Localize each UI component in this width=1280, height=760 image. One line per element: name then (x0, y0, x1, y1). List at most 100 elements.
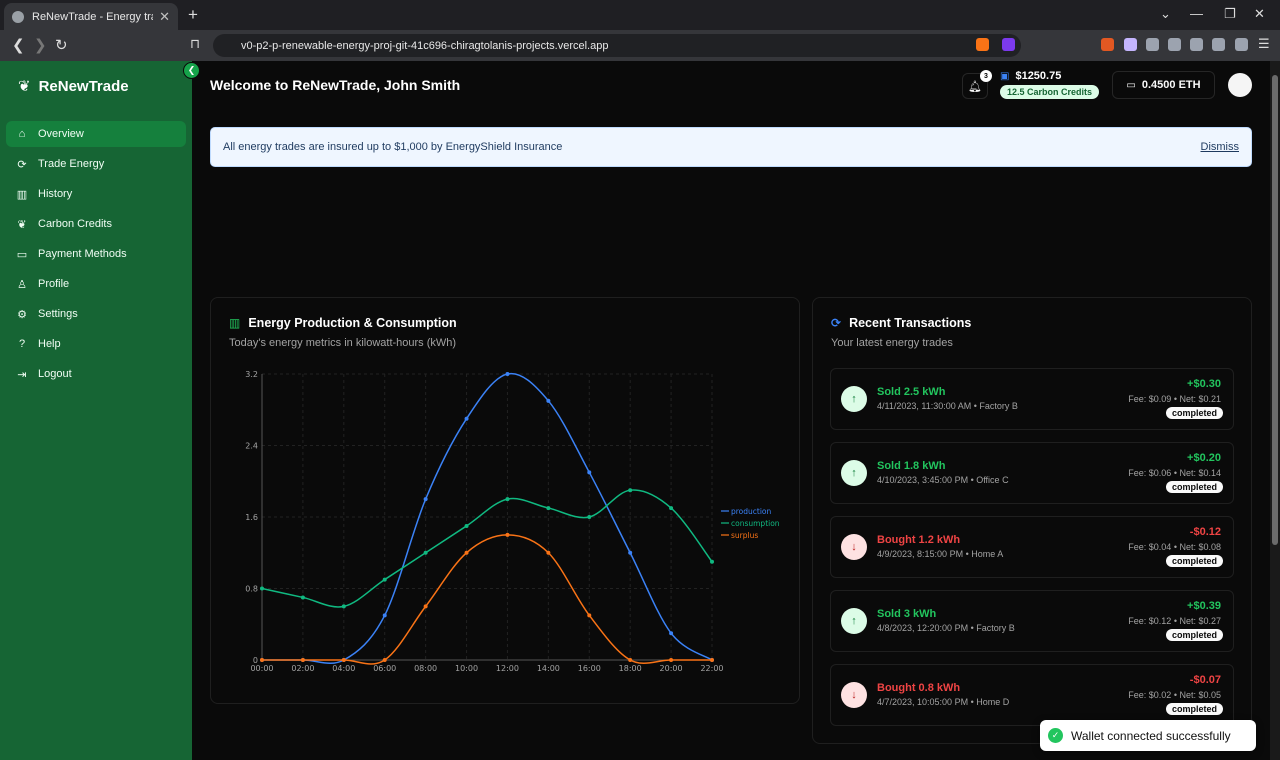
data-point-consumption (669, 506, 674, 511)
forward-icon[interactable]: ❯ (34, 36, 47, 54)
notification-count-badge: 3 (980, 70, 992, 82)
check-circle-icon: ✓ (1048, 728, 1063, 743)
data-point-surplus (341, 658, 346, 662)
arrow-up-icon: ↑ (841, 608, 867, 634)
help-circle-icon: ? (18, 338, 26, 350)
eth-wallet-button[interactable]: ▭ 0.4500 ETH (1112, 71, 1215, 99)
transaction-fees: Fee: $0.06 • Net: $0.14 (1128, 468, 1221, 478)
brave-shield-icon[interactable] (976, 38, 989, 51)
insurance-banner: All energy trades are insured up to $1,0… (210, 127, 1252, 167)
chart-subtitle: Today's energy metrics in kilowatt-hours… (229, 337, 457, 349)
data-point-consumption (260, 586, 264, 591)
transaction-meta: 4/9/2023, 8:15:00 PM • Home A (877, 549, 1004, 559)
x-tick-label: 10:00 (455, 664, 478, 673)
data-point-production (382, 613, 387, 618)
sidebar-item-label: Overview (38, 128, 84, 140)
transaction-meta: 4/10/2023, 3:45:00 PM • Office C (877, 475, 1009, 485)
refresh-icon: ⟳ (831, 316, 842, 330)
tab-title: ReNewTrade - Energy trading P (32, 10, 153, 23)
reload-icon[interactable]: ↻ (55, 36, 68, 54)
arrow-up-icon: ↑ (841, 460, 867, 486)
transaction-meta: 4/7/2023, 10:05:00 PM • Home D (877, 697, 1010, 707)
new-tab-icon[interactable]: + (188, 5, 198, 25)
sidebar-toggle-icon[interactable] (1168, 38, 1181, 51)
transaction-fees: Fee: $0.12 • Net: $0.27 (1128, 616, 1221, 626)
sidebar-item-logout[interactable]: ⇥ Logout (6, 361, 186, 387)
sidebar-item-settings[interactable]: ⚙ Settings (6, 301, 186, 327)
menu-icon[interactable]: ☰ (1258, 36, 1270, 52)
sidebar-item-overview[interactable]: ⌂ Overview (6, 121, 186, 147)
x-tick-label: 14:00 (537, 664, 560, 673)
sidebar-item-carbon-credits[interactable]: ❦ Carbon Credits (6, 211, 186, 237)
x-tick-label: 22:00 (700, 664, 723, 673)
home-icon: ⌂ (18, 128, 26, 140)
transaction-label: Sold 3 kWh (877, 608, 937, 620)
logout-icon: ⇥ (17, 368, 27, 381)
eth-balance: 0.4500 ETH (1141, 79, 1201, 91)
maximize-icon[interactable]: ❐ (1224, 6, 1236, 22)
sidebar-item-payment-methods[interactable]: ▭ Payment Methods (6, 241, 186, 267)
data-point-consumption (464, 523, 469, 528)
address-bar[interactable]: v0-p2-p-renewable-energy-proj-git-41c696… (213, 34, 1021, 57)
vpn-icon[interactable] (1235, 38, 1248, 51)
puzzle-icon[interactable] (1146, 38, 1159, 51)
close-tab-icon[interactable]: ✕ (159, 9, 170, 25)
transaction-row[interactable]: ↑ Sold 2.5 kWh 4/11/2023, 11:30:00 AM • Fa… (830, 368, 1234, 430)
status-badge: completed (1165, 703, 1223, 715)
leaf-icon: ❦ (17, 218, 27, 231)
arrow-down-icon: ↓ (841, 534, 867, 560)
transaction-amount: +$0.39 (1187, 600, 1221, 612)
data-point-surplus (628, 658, 633, 662)
recent-transactions-card: ⟳ Recent Transactions Your latest energy… (812, 297, 1252, 744)
extension-icon[interactable] (1101, 38, 1114, 51)
dismiss-button[interactable]: Dismiss (1201, 141, 1240, 153)
energy-line-chart: 00.81.62.43.200:00 02:00 04:00 06:00 08:00 10… (245, 370, 780, 673)
data-point-consumption (628, 488, 633, 493)
bookmark-icon[interactable]: ⊓ (190, 36, 200, 52)
scrollbar-thumb[interactable] (1272, 75, 1278, 545)
wallet-icon: ▭ (1126, 79, 1136, 91)
sidebar-item-profile[interactable]: ♙ Profile (6, 271, 186, 297)
bell-icon: 🔔︎ (968, 80, 982, 93)
leo-icon[interactable] (1212, 38, 1225, 51)
rewards-icon[interactable] (1002, 38, 1015, 51)
data-point-production (505, 372, 510, 376)
legend-label: consumption (731, 519, 780, 528)
browser-tab[interactable]: ReNewTrade - Energy trading P ✕ (4, 3, 178, 30)
sidebar-item-label: Profile (38, 278, 70, 290)
extension-icon[interactable] (1124, 38, 1137, 51)
transaction-row[interactable]: ↓ Bought 1.2 kWh 4/9/2023, 8:15:00 PM • Ho… (830, 516, 1234, 578)
toast-notification: ✓ Wallet connected successfully (1040, 720, 1256, 751)
transaction-row[interactable]: ↓ Bought 0.8 kWh 4/7/2023, 10:05:00 PM • H… (830, 664, 1234, 726)
data-point-consumption (710, 559, 714, 564)
leaf-icon: ❦ (18, 78, 31, 95)
page-title: Welcome to ReNewTrade, John Smith (210, 77, 461, 93)
sidebar-item-trade-energy[interactable]: ⟳ Trade Energy (6, 151, 186, 177)
sidebar-item-label: Trade Energy (38, 158, 105, 170)
wallet-icon[interactable] (1190, 38, 1203, 51)
series-line-surplus (262, 534, 712, 665)
page-scrollbar[interactable] (1270, 61, 1280, 760)
sidebar-item-help[interactable]: ? Help (6, 331, 186, 357)
browser-nav-bar: ❮ ❯ ↻ ⊓ v0-p2-p-renewable-energy-proj-gi… (0, 30, 1280, 61)
collapse-sidebar-button[interactable]: ❮ (183, 62, 200, 79)
legend-label: surplus (731, 531, 758, 540)
credit-card-icon: ▭ (16, 248, 28, 261)
brand-logo[interactable]: ❦ ReNewTrade (18, 77, 129, 96)
sidebar-item-label: Carbon Credits (38, 218, 112, 230)
notifications-button[interactable]: 🔔︎ 3 (962, 70, 992, 99)
close-window-icon[interactable]: ✕ (1254, 6, 1265, 22)
sidebar-item-history[interactable]: ▥ History (6, 181, 186, 207)
transaction-amount: -$0.07 (1189, 674, 1221, 686)
tab-search-icon[interactable]: ⌄ (1160, 6, 1171, 22)
avatar[interactable] (1228, 73, 1252, 97)
transaction-row[interactable]: ↑ Sold 1.8 kWh 4/10/2023, 3:45:00 PM • Off… (830, 442, 1234, 504)
transaction-row[interactable]: ↑ Sold 3 kWh 4/8/2023, 12:20:00 PM • Facto… (830, 590, 1234, 652)
data-point-surplus (382, 658, 387, 662)
minimize-icon[interactable]: — (1190, 6, 1203, 21)
data-point-consumption (300, 595, 305, 600)
transactions-list: ↑ Sold 2.5 kWh 4/11/2023, 11:30:00 AM • Fa… (830, 368, 1234, 738)
x-tick-label: 06:00 (373, 664, 396, 673)
back-icon[interactable]: ❮ (12, 36, 25, 54)
x-tick-label: 00:00 (250, 664, 273, 673)
